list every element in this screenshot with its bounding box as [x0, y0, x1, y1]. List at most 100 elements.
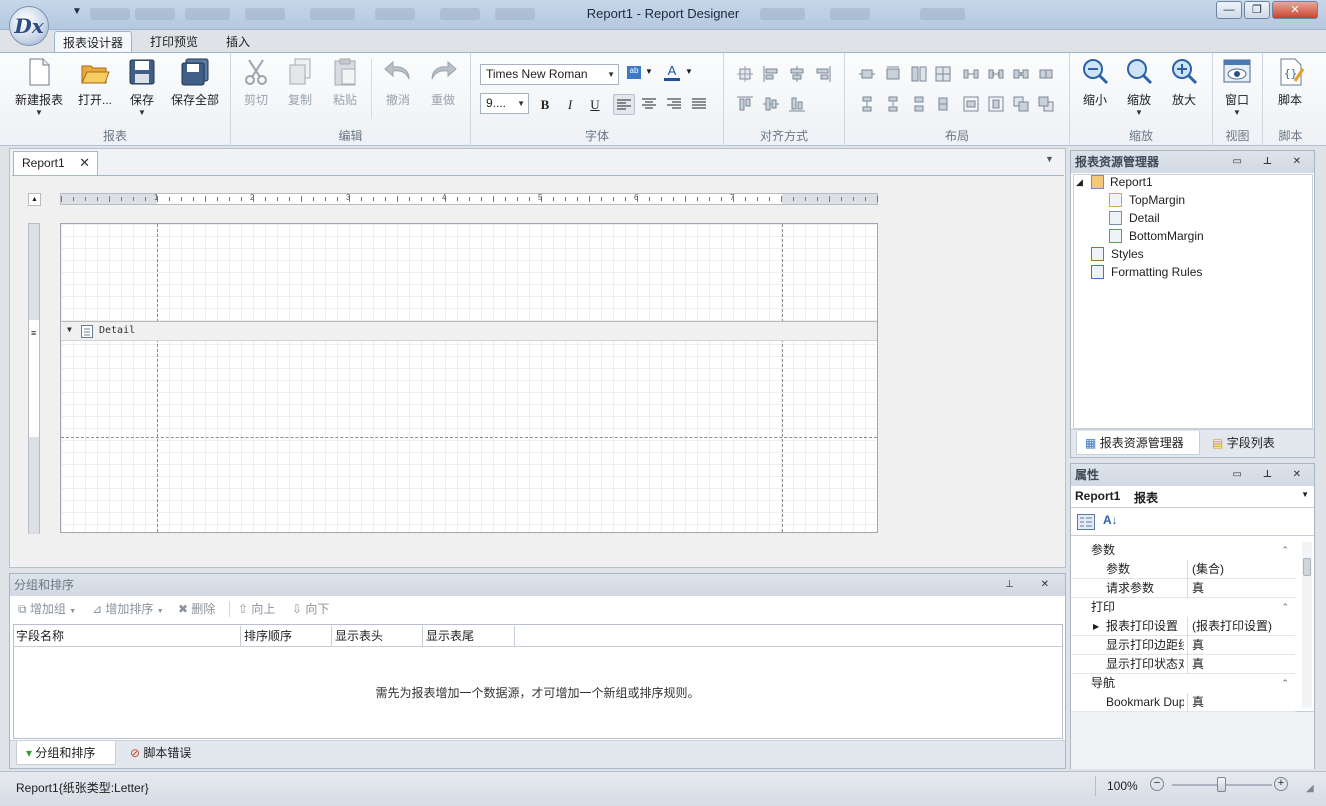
send-to-back-icon[interactable]: [1038, 96, 1054, 112]
zoom-button[interactable]: 缩放 ▼: [1122, 57, 1156, 117]
zoom-slider[interactable]: [1172, 777, 1272, 792]
column-header-show-footer[interactable]: 显示表尾: [423, 626, 515, 646]
panel-controls[interactable]: ⊥ ✕: [1005, 574, 1061, 596]
property-value[interactable]: 真: [1187, 636, 1293, 655]
fore-color-icon[interactable]: A: [664, 64, 680, 81]
property-category[interactable]: 导航 ⌃: [1071, 674, 1295, 693]
panel-controls[interactable]: ▭ ⊥ ✕: [1232, 464, 1310, 486]
property-row[interactable]: 显示打印边距线真: [1071, 636, 1295, 655]
detail-band-header[interactable]: ▼ Detail: [61, 321, 877, 341]
move-up-button[interactable]: ⇧ 向上: [238, 600, 275, 617]
collapse-icon[interactable]: ⌃: [1281, 541, 1289, 560]
alphabetical-sort-icon[interactable]: A↓: [1103, 513, 1118, 527]
property-row[interactable]: 请求参数 真: [1071, 579, 1295, 598]
tab-field-list[interactable]: ▤ 字段列表: [1206, 431, 1296, 455]
redo-button[interactable]: 重做: [426, 57, 460, 108]
chevron-down-icon[interactable]: ▼: [1045, 154, 1054, 164]
property-scrollbar[interactable]: [1302, 542, 1312, 708]
property-value[interactable]: 真: [1187, 579, 1293, 598]
tab-report1[interactable]: Report1 ✕: [13, 151, 98, 175]
vertical-spacing-increase-icon[interactable]: [885, 96, 901, 112]
bold-button[interactable]: B: [534, 94, 556, 115]
property-row[interactable]: 参数 (集合): [1071, 560, 1295, 579]
open-button[interactable]: 打开...: [72, 57, 118, 108]
quick-access-dropdown[interactable]: ▼: [72, 6, 82, 17]
tree-expand-icon[interactable]: ◢: [1076, 177, 1083, 188]
chevron-down-icon[interactable]: ▼: [685, 67, 693, 76]
copy-button[interactable]: 复制: [283, 57, 317, 108]
scripts-button[interactable]: {} 脚本: [1271, 57, 1309, 108]
tab-report-explorer[interactable]: ▦ 报表资源管理器: [1076, 431, 1200, 455]
tab-insert[interactable]: 插入: [218, 31, 258, 53]
delete-button[interactable]: ✖ 删除: [178, 600, 215, 617]
tree-item-detail[interactable]: Detail: [1129, 211, 1160, 225]
add-sort-button[interactable]: ⊿ 增加排序 ▼: [92, 600, 164, 617]
horizontal-spacing-equal-icon[interactable]: [963, 66, 979, 82]
close-button[interactable]: ✕: [1272, 1, 1318, 19]
ruler-corner-icon[interactable]: ▲: [28, 193, 41, 206]
property-row[interactable]: 显示打印状态对话框真: [1071, 655, 1295, 674]
zoom-in-icon[interactable]: +: [1274, 777, 1288, 791]
object-selector[interactable]: Report1 报表 ▼: [1071, 486, 1314, 508]
save-button[interactable]: 保存 ▼: [124, 57, 160, 117]
tab-report-designer[interactable]: 报表设计器: [54, 31, 133, 53]
align-tops-icon[interactable]: [737, 96, 753, 112]
collapse-arrow-icon[interactable]: ▼: [67, 325, 72, 334]
scrollbar-thumb[interactable]: [1303, 558, 1311, 576]
same-size-icon[interactable]: [911, 66, 927, 82]
column-header-field-name[interactable]: 字段名称: [13, 626, 241, 646]
tree-item-formatting-rules[interactable]: Formatting Rules: [1111, 265, 1202, 279]
vertical-spacing-remove-icon[interactable]: [935, 96, 951, 112]
tab-script-errors[interactable]: ⊘ 脚本错误: [126, 741, 216, 765]
zoom-in-button[interactable]: 放大: [1167, 57, 1201, 108]
size-to-grid-icon[interactable]: [935, 66, 951, 82]
horizontal-spacing-decrease-icon[interactable]: [1013, 66, 1029, 82]
resize-grip-icon[interactable]: ◢: [1306, 783, 1314, 794]
zoom-out-button[interactable]: 缩小: [1078, 57, 1112, 108]
vertical-spacing-equal-icon[interactable]: [859, 96, 875, 112]
same-height-icon[interactable]: [885, 66, 901, 82]
chevron-down-icon[interactable]: ▼: [645, 67, 653, 76]
maximize-button[interactable]: ❐: [1244, 1, 1270, 19]
splitter-icon[interactable]: ≡: [31, 328, 36, 338]
bring-to-front-icon[interactable]: [1013, 96, 1029, 112]
new-report-button[interactable]: 新建报表 ▼: [10, 57, 68, 117]
font-name-combo[interactable]: Times New Roman ▼: [480, 64, 619, 85]
property-category[interactable]: 参数 ⌃: [1071, 541, 1295, 560]
property-value[interactable]: (集合): [1187, 560, 1293, 579]
align-to-grid-icon[interactable]: [737, 66, 753, 82]
column-header-show-header[interactable]: 显示表头: [332, 626, 423, 646]
column-header-sort-order[interactable]: 排序顺序: [241, 626, 332, 646]
zoom-out-icon[interactable]: −: [1150, 777, 1164, 791]
property-category[interactable]: 打印 ⌃: [1071, 598, 1295, 617]
cut-button[interactable]: 剪切: [239, 57, 273, 108]
app-logo[interactable]: Dx: [9, 6, 49, 46]
zoom-slider-thumb[interactable]: [1217, 777, 1226, 792]
same-width-icon[interactable]: [859, 66, 875, 82]
align-center-button[interactable]: [638, 94, 660, 115]
panel-controls[interactable]: ▭ ⊥ ✕: [1232, 151, 1310, 173]
align-centers-icon[interactable]: [789, 66, 805, 82]
add-group-button[interactable]: ⧉ 增加组 ▼: [18, 600, 76, 617]
align-lefts-icon[interactable]: [763, 66, 779, 82]
categorized-icon[interactable]: [1077, 514, 1095, 530]
horizontal-spacing-remove-icon[interactable]: [1038, 66, 1054, 82]
center-vertically-icon[interactable]: [988, 96, 1004, 112]
align-middles-icon[interactable]: [763, 96, 779, 112]
center-horizontally-icon[interactable]: [963, 96, 979, 112]
italic-button[interactable]: I: [559, 94, 581, 115]
expand-arrow-icon[interactable]: ▶: [1093, 617, 1099, 636]
property-row[interactable]: Bookmark Duplicate Suppress真: [1071, 693, 1295, 712]
collapse-icon[interactable]: ⌃: [1281, 598, 1289, 617]
back-color-icon[interactable]: ab: [627, 66, 641, 79]
undo-button[interactable]: 撤消: [381, 57, 415, 108]
property-value[interactable]: 真: [1187, 693, 1293, 712]
close-icon[interactable]: ✕: [79, 152, 90, 174]
align-rights-icon[interactable]: [815, 66, 831, 82]
vertical-spacing-decrease-icon[interactable]: [911, 96, 927, 112]
paste-button[interactable]: 粘贴: [328, 57, 362, 108]
tab-group-sort[interactable]: ▾ 分组和排序: [16, 741, 116, 765]
align-left-button[interactable]: [613, 94, 635, 115]
property-row[interactable]: ▶ 报表打印设置 (报表打印设置): [1071, 617, 1295, 636]
property-value[interactable]: 真: [1187, 655, 1293, 674]
